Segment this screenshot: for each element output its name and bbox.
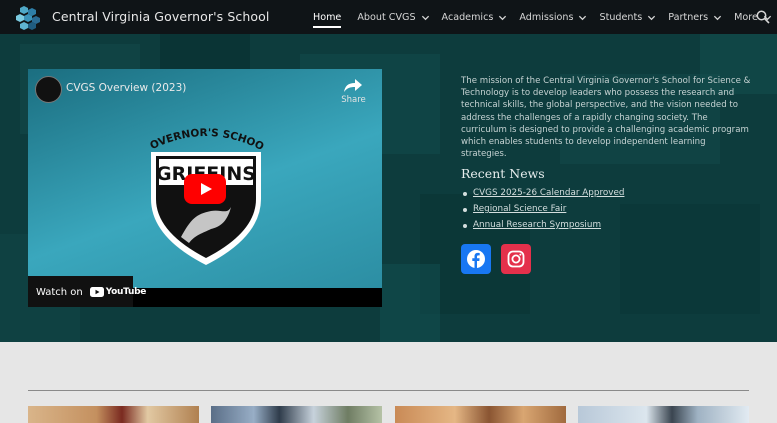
recent-news-heading: Recent News [461,166,545,181]
site-logo-icon[interactable] [15,4,41,30]
share-icon[interactable] [341,76,365,94]
news-link-symposium[interactable]: Annual Research Symposium [473,220,601,230]
list-item: Regional Science Fair [461,204,624,220]
instagram-icon [507,250,525,268]
nav-item-home[interactable]: Home [313,0,342,34]
nav-item-partners[interactable]: Partners [668,0,722,34]
site-title[interactable]: Central Virginia Governor's School [52,9,269,24]
svg-text:GOVERNOR'S SCHOOL: GOVERNOR'S SCHOOL [141,119,266,153]
nav-item-label: Academics [441,11,494,23]
photo-card-4[interactable] [578,406,749,423]
search-icon[interactable] [756,10,770,24]
nav-item-about[interactable]: About CVGS [357,0,429,34]
top-navigation-bar: Central Virginia Governor's School Home … [0,0,777,34]
logo-arc-text: GOVERNOR'S SCHOOL [141,119,266,153]
chevron-down-icon [421,15,429,20]
news-link-calendar[interactable]: CVGS 2025-26 Calendar Approved [473,188,624,198]
nav-item-label: Admissions [519,11,574,23]
nav-item-academics[interactable]: Academics [442,0,508,34]
video-title[interactable]: CVGS Overview (2023) [66,82,186,94]
section-divider [28,390,749,391]
channel-avatar[interactable] [35,76,62,103]
facebook-button[interactable] [461,244,491,274]
instagram-button[interactable] [501,244,531,274]
nav-item-admissions[interactable]: Admissions [519,0,587,34]
video-embed[interactable]: CVGS Overview (2023) Share GOVERNOR'S SC… [28,69,382,307]
youtube-wordmark: YouTube [105,287,147,297]
chevron-down-icon [579,15,587,20]
share-label[interactable]: Share [336,95,371,105]
youtube-icon [89,287,104,297]
watch-on-youtube-button[interactable]: Watch on YouTube [28,276,146,307]
chevron-down-icon [648,15,656,20]
news-link-science-fair[interactable]: Regional Science Fair [473,204,566,214]
watch-on-label: Watch on [36,286,83,298]
youtube-play-button[interactable] [184,174,226,204]
facebook-icon [467,250,485,268]
photo-card-1[interactable] [28,406,199,423]
photo-card-2[interactable] [211,406,382,423]
main-nav: Home About CVGS Academics Admissions Stu… [313,0,772,34]
youtube-logo: YouTube [89,287,147,297]
list-item: CVGS 2025-26 Calendar Approved [461,188,624,204]
nav-item-students[interactable]: Students [599,0,656,34]
photo-card-3[interactable] [395,406,566,423]
nav-item-label: Home [313,11,342,23]
mission-statement: The mission of the Central Virginia Gove… [461,76,751,160]
list-item: Annual Research Symposium [461,220,624,236]
nav-item-label: About CVGS [357,11,416,23]
chevron-down-icon [499,15,507,20]
nav-item-label: Partners [668,11,709,23]
chevron-down-icon [714,15,722,20]
nav-item-label: Students [599,11,643,23]
nav-item-label: More [734,11,758,23]
recent-news-list: CVGS 2025-26 Calendar Approved Regional … [461,188,624,236]
